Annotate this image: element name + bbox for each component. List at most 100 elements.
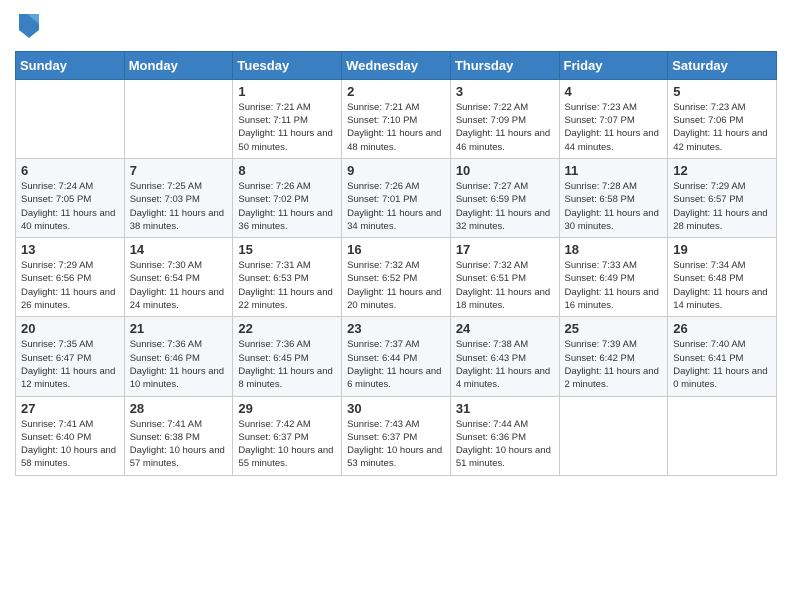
day-number: 19 [673, 242, 771, 257]
day-info: Sunrise: 7:34 AM Sunset: 6:48 PM Dayligh… [673, 259, 771, 312]
calendar-cell: 2Sunrise: 7:21 AM Sunset: 7:10 PM Daylig… [342, 79, 451, 158]
day-info: Sunrise: 7:36 AM Sunset: 6:46 PM Dayligh… [130, 338, 228, 391]
day-info: Sunrise: 7:28 AM Sunset: 6:58 PM Dayligh… [565, 180, 663, 233]
day-number: 15 [238, 242, 336, 257]
calendar-cell: 22 Sunrise: 7:36 AM Sunset: 6:45 PM Dayli… [233, 317, 342, 396]
day-number: 1 [238, 84, 336, 99]
day-number: 9 [347, 163, 445, 178]
calendar-cell: 9 Sunrise: 7:26 AM Sunset: 7:01 PM Daylig… [342, 158, 451, 237]
day-info: Sunrise: 7:29 AM Sunset: 6:56 PM Dayligh… [21, 259, 119, 312]
calendar-cell: 21 Sunrise: 7:36 AM Sunset: 6:46 PM Dayli… [124, 317, 233, 396]
day-number: 27 [21, 401, 119, 416]
logo-icon [17, 10, 41, 38]
day-info: Sunrise: 7:42 AM Sunset: 6:37 PM Dayligh… [238, 418, 336, 471]
day-number: 29 [238, 401, 336, 416]
calendar-cell: 24Sunrise: 7:38 AM Sunset: 6:43 PM Dayli… [450, 317, 559, 396]
day-info: Sunrise: 7:44 AM Sunset: 6:36 PM Dayligh… [456, 418, 554, 471]
calendar-cell: 11 Sunrise: 7:28 AM Sunset: 6:58 PM Dayli… [559, 158, 668, 237]
day-number: 5 [673, 84, 771, 99]
day-info: Sunrise: 7:32 AM Sunset: 6:51 PM Dayligh… [456, 259, 554, 312]
calendar-week-row: 6 Sunrise: 7:24 AM Sunset: 7:05 PM Daylig… [16, 158, 777, 237]
calendar-cell: 25 Sunrise: 7:39 AM Sunset: 6:42 PM Dayli… [559, 317, 668, 396]
day-info: Sunrise: 7:22 AM Sunset: 7:09 PM Dayligh… [456, 101, 554, 154]
calendar-cell: 28 Sunrise: 7:41 AM Sunset: 6:38 PM Dayli… [124, 396, 233, 475]
day-info: Sunrise: 7:23 AM Sunset: 7:06 PM Dayligh… [673, 101, 771, 154]
day-info: Sunrise: 7:25 AM Sunset: 7:03 PM Dayligh… [130, 180, 228, 233]
day-number: 7 [130, 163, 228, 178]
day-of-week-header: Tuesday [233, 51, 342, 79]
day-info: Sunrise: 7:24 AM Sunset: 7:05 PM Dayligh… [21, 180, 119, 233]
calendar-cell: 10 Sunrise: 7:27 AM Sunset: 6:59 PM Dayli… [450, 158, 559, 237]
day-number: 2 [347, 84, 445, 99]
day-number: 21 [130, 321, 228, 336]
day-of-week-header: Monday [124, 51, 233, 79]
day-number: 22 [238, 321, 336, 336]
day-number: 4 [565, 84, 663, 99]
calendar-cell: 12Sunrise: 7:29 AM Sunset: 6:57 PM Dayli… [668, 158, 777, 237]
day-info: Sunrise: 7:41 AM Sunset: 6:40 PM Dayligh… [21, 418, 119, 471]
calendar-cell: 1Sunrise: 7:21 AM Sunset: 7:11 PM Daylig… [233, 79, 342, 158]
day-number: 26 [673, 321, 771, 336]
calendar-cell [124, 79, 233, 158]
calendar-cell [559, 396, 668, 475]
day-info: Sunrise: 7:32 AM Sunset: 6:52 PM Dayligh… [347, 259, 445, 312]
calendar-cell: 30Sunrise: 7:43 AM Sunset: 6:37 PM Dayli… [342, 396, 451, 475]
calendar-cell [16, 79, 125, 158]
day-number: 10 [456, 163, 554, 178]
calendar-cell: 6 Sunrise: 7:24 AM Sunset: 7:05 PM Daylig… [16, 158, 125, 237]
calendar-cell: 27 Sunrise: 7:41 AM Sunset: 6:40 PM Dayli… [16, 396, 125, 475]
day-number: 23 [347, 321, 445, 336]
day-number: 25 [565, 321, 663, 336]
calendar-cell: 26 Sunrise: 7:40 AM Sunset: 6:41 PM Dayli… [668, 317, 777, 396]
day-info: Sunrise: 7:33 AM Sunset: 6:49 PM Dayligh… [565, 259, 663, 312]
day-number: 3 [456, 84, 554, 99]
day-number: 16 [347, 242, 445, 257]
day-info: Sunrise: 7:39 AM Sunset: 6:42 PM Dayligh… [565, 338, 663, 391]
day-info: Sunrise: 7:30 AM Sunset: 6:54 PM Dayligh… [130, 259, 228, 312]
day-info: Sunrise: 7:36 AM Sunset: 6:45 PM Dayligh… [238, 338, 336, 391]
calendar-cell: 17Sunrise: 7:32 AM Sunset: 6:51 PM Dayli… [450, 238, 559, 317]
day-of-week-header: Sunday [16, 51, 125, 79]
day-of-week-header: Saturday [668, 51, 777, 79]
day-number: 24 [456, 321, 554, 336]
calendar-cell: 18Sunrise: 7:33 AM Sunset: 6:49 PM Dayli… [559, 238, 668, 317]
calendar-cell: 31Sunrise: 7:44 AM Sunset: 6:36 PM Dayli… [450, 396, 559, 475]
calendar-cell: 23 Sunrise: 7:37 AM Sunset: 6:44 PM Dayli… [342, 317, 451, 396]
day-number: 11 [565, 163, 663, 178]
day-info: Sunrise: 7:27 AM Sunset: 6:59 PM Dayligh… [456, 180, 554, 233]
calendar-cell: 16 Sunrise: 7:32 AM Sunset: 6:52 PM Dayli… [342, 238, 451, 317]
day-info: Sunrise: 7:40 AM Sunset: 6:41 PM Dayligh… [673, 338, 771, 391]
day-of-week-header: Friday [559, 51, 668, 79]
day-number: 28 [130, 401, 228, 416]
day-number: 20 [21, 321, 119, 336]
day-of-week-header: Thursday [450, 51, 559, 79]
calendar-week-row: 20Sunrise: 7:35 AM Sunset: 6:47 PM Dayli… [16, 317, 777, 396]
day-number: 13 [21, 242, 119, 257]
day-info: Sunrise: 7:41 AM Sunset: 6:38 PM Dayligh… [130, 418, 228, 471]
calendar-cell: 19 Sunrise: 7:34 AM Sunset: 6:48 PM Dayli… [668, 238, 777, 317]
calendar-week-row: 1Sunrise: 7:21 AM Sunset: 7:11 PM Daylig… [16, 79, 777, 158]
calendar-cell: 15 Sunrise: 7:31 AM Sunset: 6:53 PM Dayli… [233, 238, 342, 317]
day-number: 6 [21, 163, 119, 178]
day-info: Sunrise: 7:26 AM Sunset: 7:02 PM Dayligh… [238, 180, 336, 233]
day-number: 14 [130, 242, 228, 257]
logo [15, 10, 41, 43]
day-info: Sunrise: 7:31 AM Sunset: 6:53 PM Dayligh… [238, 259, 336, 312]
calendar-cell: 20Sunrise: 7:35 AM Sunset: 6:47 PM Dayli… [16, 317, 125, 396]
calendar-cell: 14 Sunrise: 7:30 AM Sunset: 6:54 PM Dayli… [124, 238, 233, 317]
day-number: 30 [347, 401, 445, 416]
calendar-week-row: 13 Sunrise: 7:29 AM Sunset: 6:56 PM Dayli… [16, 238, 777, 317]
calendar-cell: 29 Sunrise: 7:42 AM Sunset: 6:37 PM Dayli… [233, 396, 342, 475]
calendar-week-row: 27 Sunrise: 7:41 AM Sunset: 6:40 PM Dayli… [16, 396, 777, 475]
day-info: Sunrise: 7:23 AM Sunset: 7:07 PM Dayligh… [565, 101, 663, 154]
day-info: Sunrise: 7:37 AM Sunset: 6:44 PM Dayligh… [347, 338, 445, 391]
calendar-cell: 3 Sunrise: 7:22 AM Sunset: 7:09 PM Daylig… [450, 79, 559, 158]
calendar-header-row: SundayMondayTuesdayWednesdayThursdayFrid… [16, 51, 777, 79]
calendar-table: SundayMondayTuesdayWednesdayThursdayFrid… [15, 51, 777, 476]
calendar-cell: 8 Sunrise: 7:26 AM Sunset: 7:02 PM Daylig… [233, 158, 342, 237]
day-info: Sunrise: 7:26 AM Sunset: 7:01 PM Dayligh… [347, 180, 445, 233]
day-number: 12 [673, 163, 771, 178]
calendar-cell [668, 396, 777, 475]
calendar-cell: 4 Sunrise: 7:23 AM Sunset: 7:07 PM Daylig… [559, 79, 668, 158]
day-number: 8 [238, 163, 336, 178]
